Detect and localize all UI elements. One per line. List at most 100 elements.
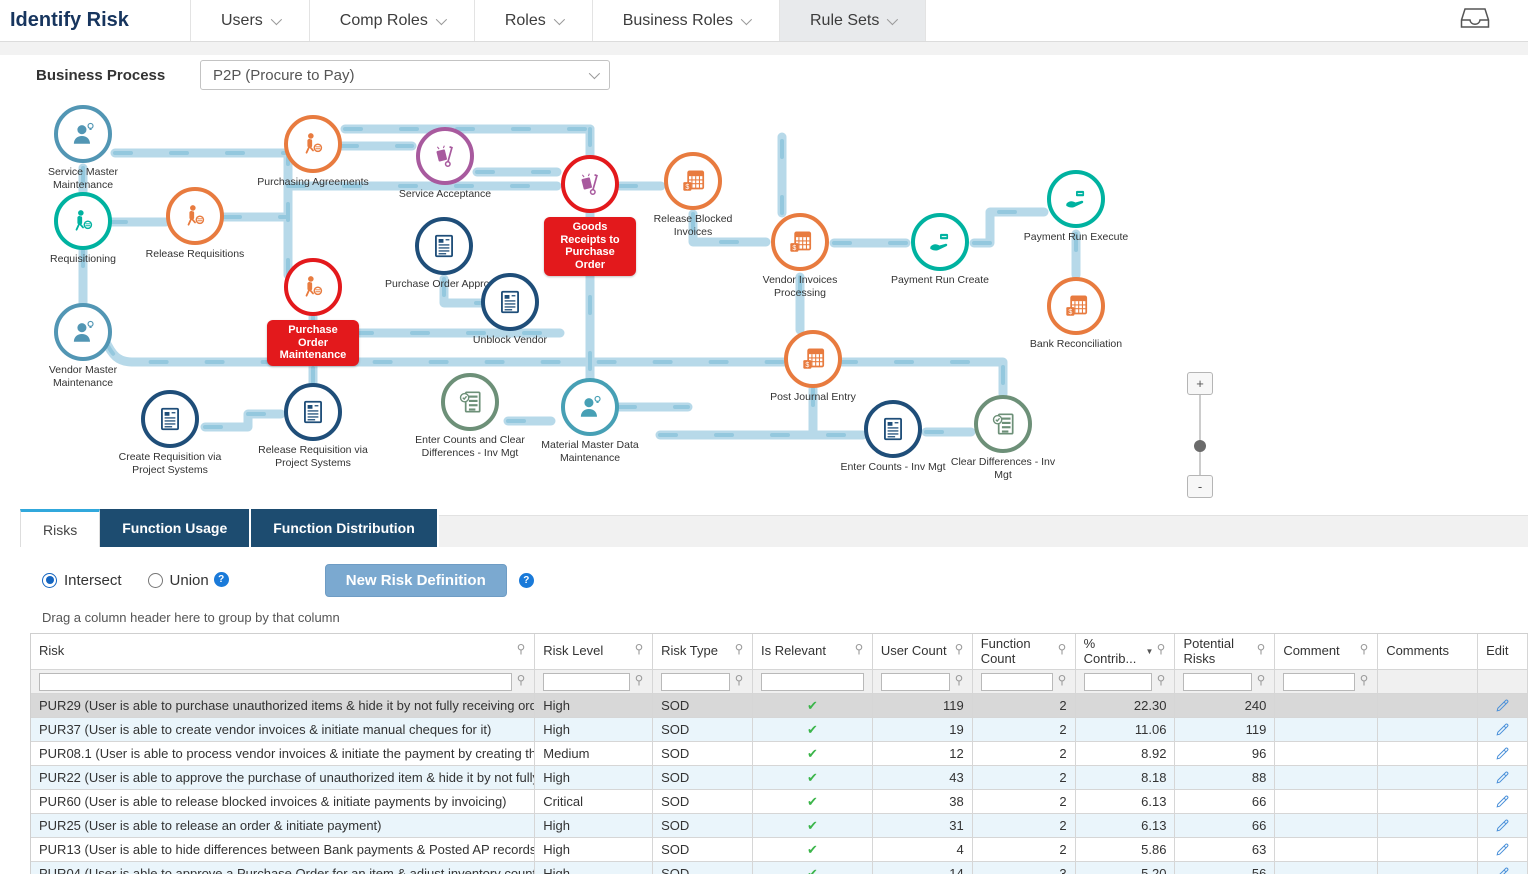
zoom-out-button[interactable]: - <box>1187 475 1213 498</box>
column-header-comment[interactable]: Comment <box>1275 634 1378 670</box>
flow-node-service-acceptance[interactable]: Service Acceptance <box>385 127 505 201</box>
filter-pin-icon[interactable] <box>854 643 864 660</box>
flow-node-goods-receipts-to-purchase-order[interactable]: Goods Receipts to Purchase Order <box>530 155 650 276</box>
edit-pencil-icon[interactable] <box>1478 742 1528 766</box>
edit-pencil-icon[interactable] <box>1478 718 1528 742</box>
filter-pin-icon[interactable] <box>734 674 744 690</box>
business-process-select[interactable]: P2P (Procure to Pay) <box>200 60 610 90</box>
intersect-radio[interactable]: Intersect <box>42 572 122 589</box>
zoom-slider-track[interactable] <box>1199 395 1201 475</box>
table-row[interactable]: PUR60 (User is able to release blocked i… <box>31 790 1528 814</box>
flow-node-label: Vendor Invoices Processing <box>740 274 860 299</box>
nav-item-users[interactable]: Users <box>190 0 309 41</box>
cell-risk-type: SOD <box>653 838 753 862</box>
edit-pencil-icon[interactable] <box>1478 766 1528 790</box>
flow-node-purchase-order-maintenance[interactable]: Purchase Order Maintenance <box>253 258 373 366</box>
filter-pin-icon[interactable] <box>634 674 644 690</box>
flow-node-release-requisitions[interactable]: Release Requisitions <box>135 187 255 261</box>
union-radio[interactable]: Union <box>148 572 209 589</box>
column-header-edit[interactable]: Edit <box>1478 634 1528 670</box>
table-row[interactable]: PUR37 (User is able to create vendor inv… <box>31 718 1528 742</box>
flow-node-vendor-master-maintenance[interactable]: Vendor Master Maintenance <box>23 303 143 389</box>
filter-pin-icon[interactable] <box>1156 643 1166 660</box>
zoom-slider-handle[interactable] <box>1194 440 1206 452</box>
filter-pin-icon[interactable] <box>1156 674 1166 690</box>
table-row[interactable]: PUR22 (User is able to approve the purch… <box>31 766 1528 790</box>
filter-input-pct-contribution[interactable] <box>1084 673 1153 691</box>
checklist-icon <box>441 373 499 431</box>
tab-function-distribution[interactable]: Function Distribution <box>251 509 437 547</box>
column-header-is-relevant[interactable]: Is Relevant <box>753 634 873 670</box>
column-header-risk-level[interactable]: Risk Level <box>535 634 653 670</box>
filter-input-function-count[interactable] <box>981 673 1053 691</box>
table-row[interactable]: PUR04 (User is able to approve a Purchas… <box>31 862 1528 874</box>
table-row[interactable]: PUR13 (User is able to hide differences … <box>31 838 1528 862</box>
table-row[interactable]: PUR08.1 (User is able to process vendor … <box>31 742 1528 766</box>
filter-pin-icon[interactable] <box>1256 674 1266 690</box>
nav-item-business-roles[interactable]: Business Roles <box>592 0 779 41</box>
inbox-button[interactable] <box>1460 0 1528 41</box>
flow-node-requisitioning[interactable]: Requisitioning <box>23 192 143 266</box>
filter-input-risk-level[interactable] <box>543 673 630 691</box>
filter-pin-icon[interactable] <box>634 643 644 660</box>
filter-pin-icon[interactable] <box>516 674 526 690</box>
nav-item-rule-sets[interactable]: Rule Sets <box>779 0 926 41</box>
nav-item-roles[interactable]: Roles <box>474 0 592 41</box>
column-header-user-count[interactable]: User Count <box>873 634 973 670</box>
filter-pin-icon[interactable] <box>516 643 526 660</box>
flow-node-enter-counts-and-clear-differences-inv-mgt[interactable]: Enter Counts and Clear Differences - Inv… <box>410 373 530 459</box>
column-header-comments[interactable]: Comments <box>1378 634 1478 670</box>
flow-node-post-journal-entry[interactable]: $Post Journal Entry <box>753 330 873 404</box>
table-row[interactable]: PUR25 (User is able to release an order … <box>31 814 1528 838</box>
edit-pencil-icon[interactable] <box>1478 838 1528 862</box>
filter-input-potential-risks[interactable] <box>1183 673 1252 691</box>
diagram-zoom-control: + - <box>1186 372 1214 498</box>
flow-node-payment-run-execute[interactable]: Payment Run Execute <box>1016 170 1136 244</box>
filter-pin-icon[interactable] <box>734 643 744 660</box>
filter-input-risk-type[interactable] <box>661 673 730 691</box>
edit-pencil-icon[interactable] <box>1478 694 1528 718</box>
nav-item-comp-roles[interactable]: Comp Roles <box>309 0 474 41</box>
flow-node-clear-differences-inv-mgt[interactable]: Clear Differences - Inv Mgt <box>943 395 1063 481</box>
zoom-in-button[interactable]: + <box>1187 372 1213 395</box>
cell-user-count: 14 <box>873 862 973 874</box>
table-row[interactable]: PUR29 (User is able to purchase unauthor… <box>31 694 1528 718</box>
filter-input-risk[interactable] <box>39 673 512 691</box>
flow-node-bank-reconciliation[interactable]: $Bank Reconciliation <box>1016 277 1136 351</box>
column-header-risk[interactable]: Risk <box>31 634 535 670</box>
union-help-icon[interactable]: ? <box>214 572 229 587</box>
flow-node-release-blocked-invoices[interactable]: $Release Blocked Invoices <box>633 152 753 238</box>
filter-pin-icon[interactable] <box>1359 643 1369 660</box>
edit-pencil-icon[interactable] <box>1478 814 1528 838</box>
flow-node-service-master-maintenance[interactable]: Service Master Maintenance <box>23 105 143 191</box>
flow-node-enter-counts-inv-mgt[interactable]: Enter Counts - Inv Mgt <box>833 400 953 474</box>
filter-input-is-relevant[interactable] <box>761 673 864 691</box>
filter-input-comment[interactable] <box>1283 673 1355 691</box>
filter-pin-icon[interactable] <box>1256 643 1266 660</box>
new-risk-definition-button[interactable]: New Risk Definition <box>325 564 507 597</box>
filter-pin-icon[interactable] <box>954 674 964 690</box>
filter-pin-icon[interactable] <box>1057 674 1067 690</box>
flow-node-vendor-invoices-processing[interactable]: $Vendor Invoices Processing <box>740 213 860 299</box>
edit-pencil-icon[interactable] <box>1478 862 1528 874</box>
column-header-function-count[interactable]: Function Count <box>973 634 1076 670</box>
column-header-risk-type[interactable]: Risk Type <box>653 634 753 670</box>
flow-node-purchasing-agreements[interactable]: Purchasing Agreements <box>253 115 373 189</box>
filter-pin-icon[interactable] <box>1057 643 1067 660</box>
flow-node-payment-run-create[interactable]: Payment Run Create <box>880 213 1000 287</box>
flow-node-create-requisition-via-project-systems[interactable]: Create Requisition via Project Systems <box>110 390 230 476</box>
filter-input-user-count[interactable] <box>881 673 950 691</box>
flow-node-release-requisition-via-project-systems[interactable]: Release Requisition via Project Systems <box>253 383 373 469</box>
relevant-check-icon: ✔ <box>753 838 873 862</box>
edit-pencil-icon[interactable] <box>1478 790 1528 814</box>
flow-node-unblock-vendor[interactable]: Unblock Vendor <box>450 273 570 347</box>
document-icon <box>141 390 199 448</box>
column-header-potential-risks[interactable]: Potential Risks <box>1175 634 1275 670</box>
filter-pin-icon[interactable] <box>1359 674 1369 690</box>
tab-function-usage[interactable]: Function Usage <box>100 509 249 547</box>
tab-risks[interactable]: Risks <box>20 509 100 547</box>
new-risk-help-icon[interactable]: ? <box>519 573 534 588</box>
filter-pin-icon[interactable] <box>954 643 964 660</box>
column-header-pct-contribution[interactable]: % Contrib...▼ <box>1076 634 1176 670</box>
flow-node-material-master-data-maintenance[interactable]: Material Master Data Maintenance <box>530 378 650 464</box>
